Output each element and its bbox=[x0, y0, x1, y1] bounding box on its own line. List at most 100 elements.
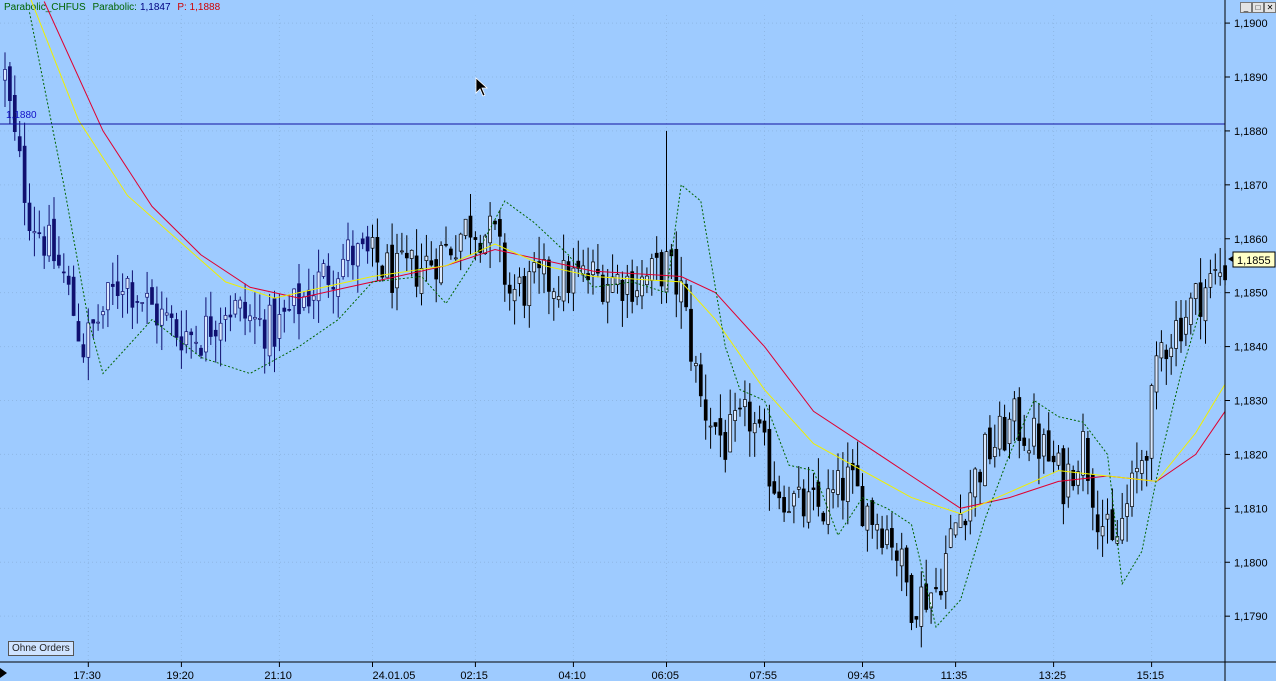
x-tick-label: 06:05 bbox=[652, 670, 680, 681]
current-price: 1,1855 bbox=[1237, 255, 1271, 267]
candle-body bbox=[355, 243, 360, 267]
candle-body bbox=[983, 433, 987, 487]
candle-body bbox=[483, 235, 488, 255]
candle-body bbox=[728, 414, 733, 453]
candle-body bbox=[1169, 347, 1174, 358]
candle-body bbox=[605, 284, 610, 303]
candle-body bbox=[806, 491, 811, 523]
candle-body bbox=[272, 298, 277, 347]
candle-body bbox=[66, 275, 71, 285]
candle-body bbox=[351, 245, 355, 266]
candle-body bbox=[370, 237, 375, 249]
candle-body bbox=[419, 268, 424, 294]
candle-body bbox=[277, 314, 282, 339]
candle-body bbox=[42, 236, 47, 256]
candle-body bbox=[159, 308, 164, 326]
candle-body bbox=[27, 202, 32, 232]
x-tick-label: 24.01.05 bbox=[373, 670, 416, 681]
candle-body bbox=[522, 276, 527, 306]
candle-body bbox=[385, 252, 390, 278]
candle-body bbox=[615, 274, 620, 286]
candle-body bbox=[645, 275, 649, 286]
candle-body bbox=[3, 69, 7, 81]
candle-body bbox=[331, 287, 336, 290]
candle-body bbox=[1193, 283, 1198, 299]
candle-body bbox=[811, 487, 816, 490]
ohne-orders-button[interactable]: Ohne Orders bbox=[8, 641, 74, 656]
candle-body bbox=[600, 274, 605, 302]
time-axis: 17:30 19:20 21:10 24.01.05 02:15 04:10 06:05 07… bbox=[73, 662, 1164, 681]
candle-body bbox=[1002, 416, 1007, 451]
play-icon[interactable] bbox=[0, 668, 7, 678]
candle-body bbox=[253, 317, 257, 320]
candle-body bbox=[914, 616, 919, 620]
candle-body bbox=[218, 322, 223, 341]
candle-body bbox=[953, 522, 958, 536]
y-tick-label: 1,1870 bbox=[1234, 180, 1268, 192]
candle-body bbox=[184, 331, 189, 346]
price-axis: 1,1790 1,1800 1,1810 1,1820 1,1830 1,1840 1,18… bbox=[1225, 18, 1268, 623]
candle-body bbox=[346, 239, 350, 261]
candle-body bbox=[1076, 471, 1080, 486]
candle-body bbox=[150, 287, 154, 305]
candle-body bbox=[91, 319, 96, 324]
candle-body bbox=[1213, 269, 1218, 271]
y-tick-label: 1,1790 bbox=[1234, 611, 1268, 623]
candle-body bbox=[1144, 455, 1149, 461]
candle-body bbox=[870, 500, 875, 525]
candle-body bbox=[248, 315, 252, 322]
candle-body bbox=[772, 481, 777, 494]
candle-body bbox=[125, 278, 130, 289]
current-price-badge: 1,1855 bbox=[1228, 251, 1276, 268]
y-tick-label: 1,1880 bbox=[1234, 126, 1268, 138]
candle-body bbox=[1032, 417, 1036, 447]
candle-body bbox=[189, 331, 194, 336]
candle-body bbox=[1022, 437, 1027, 446]
candle-body bbox=[233, 300, 238, 315]
candle-body bbox=[674, 248, 679, 295]
candle-body bbox=[135, 301, 140, 303]
price-chart[interactable]: 1,1790 1,1800 1,1810 1,1820 1,1830 1,1840 1,18… bbox=[0, 0, 1276, 681]
candle-body bbox=[841, 477, 845, 501]
candle-body bbox=[120, 291, 125, 295]
candle-body bbox=[1208, 273, 1213, 288]
x-tick-label: 11:35 bbox=[941, 670, 968, 681]
candle-body bbox=[1154, 355, 1159, 393]
candle-body bbox=[213, 329, 218, 337]
candle-body bbox=[865, 505, 870, 531]
candle-body bbox=[1041, 434, 1046, 457]
candle-body bbox=[767, 428, 772, 487]
candle-body bbox=[1012, 398, 1017, 422]
candle-body bbox=[360, 238, 365, 245]
candle-body bbox=[130, 282, 135, 308]
candle-body bbox=[1056, 452, 1061, 466]
candle-body bbox=[948, 528, 953, 548]
mouse-cursor-icon bbox=[475, 77, 489, 97]
candle-body bbox=[81, 344, 86, 358]
candle-body bbox=[106, 282, 110, 311]
candle-body bbox=[8, 66, 12, 101]
candle-body bbox=[963, 520, 968, 526]
candle-body bbox=[752, 423, 757, 434]
candle-body bbox=[1105, 513, 1110, 520]
candle-body bbox=[723, 432, 728, 460]
candle-body bbox=[894, 550, 899, 561]
candle-body bbox=[836, 470, 840, 495]
candle-body bbox=[1184, 316, 1188, 335]
candle-body bbox=[669, 249, 674, 257]
candle-body bbox=[439, 245, 443, 284]
candle-body bbox=[988, 427, 992, 460]
candle-body bbox=[434, 259, 439, 280]
candle-body bbox=[885, 529, 889, 545]
candle-body bbox=[1061, 448, 1066, 505]
candle-body bbox=[1174, 320, 1178, 349]
candle-body bbox=[1037, 423, 1041, 459]
candle-body bbox=[1164, 349, 1169, 360]
candle-body bbox=[321, 263, 326, 277]
candle-body bbox=[453, 257, 458, 260]
candle-body bbox=[390, 244, 394, 293]
candle-body bbox=[1110, 509, 1115, 541]
candle-body bbox=[743, 399, 747, 408]
candle-body bbox=[1007, 418, 1012, 444]
candle-body bbox=[493, 220, 497, 225]
